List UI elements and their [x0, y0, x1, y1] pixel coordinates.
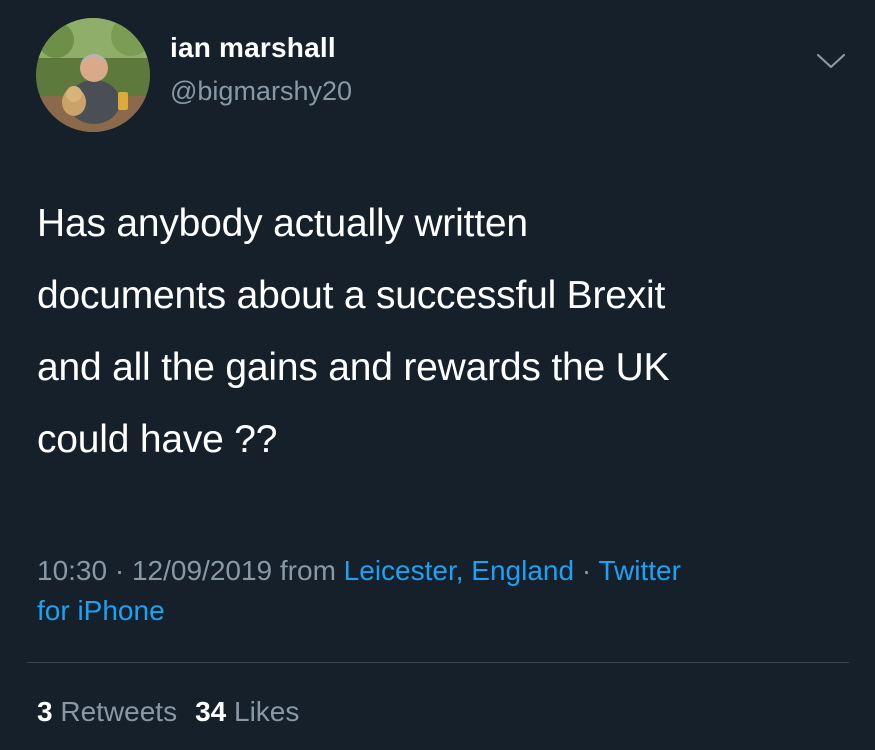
avatar[interactable]: [36, 18, 150, 132]
tweet-text-line: and all the gains and rewards the UK: [37, 346, 670, 389]
chevron-down-icon[interactable]: [814, 50, 848, 72]
likes-count: 34: [195, 696, 227, 727]
metadata-line: for iPhone: [37, 591, 837, 631]
from-label: from: [272, 555, 344, 586]
divider: [27, 662, 849, 663]
tweet-metadata: 10:30 · 12/09/2019 from Leicester, Engla…: [37, 551, 837, 631]
tweet-text-line: Has anybody actually written: [37, 202, 528, 245]
retweets-count: 3: [37, 696, 53, 727]
retweets-label: Retweets: [60, 696, 178, 727]
tweet-text: Has anybody actually written documents a…: [37, 188, 837, 476]
location-link[interactable]: Leicester, England: [344, 555, 574, 586]
separator-dot: ·: [574, 555, 599, 586]
user-handle[interactable]: @bigmarshy20: [170, 76, 352, 107]
tweet-text-line: could have ??: [37, 418, 278, 461]
source-link-continued[interactable]: for iPhone: [37, 595, 165, 626]
tweet-date[interactable]: 12/09/2019: [132, 555, 272, 586]
retweets-stat[interactable]: 3 Retweets: [37, 696, 177, 727]
tweet-text-line: documents about a successful Brexit: [37, 274, 666, 317]
separator-dot: ·: [107, 555, 132, 586]
tweet-detail: ian marshall @bigmarshy20 Has anybody ac…: [0, 0, 875, 750]
tweet-stats: 3 Retweets 34 Likes: [37, 696, 299, 728]
tweet-time[interactable]: 10:30: [37, 555, 107, 586]
likes-stat[interactable]: 34 Likes: [195, 696, 299, 727]
source-link[interactable]: Twitter: [598, 555, 680, 586]
avatar-photo: [36, 18, 150, 132]
likes-label: Likes: [234, 696, 300, 727]
display-name[interactable]: ian marshall: [170, 32, 336, 64]
metadata-line: 10:30 · 12/09/2019 from Leicester, Engla…: [37, 551, 837, 591]
